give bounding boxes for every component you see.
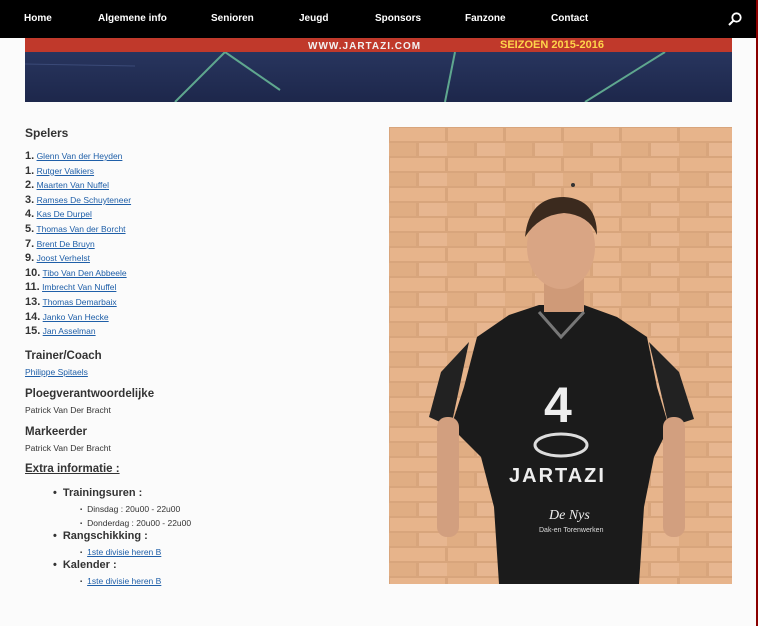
nav-home[interactable]: Home bbox=[24, 13, 52, 24]
training-heading: Trainingsuren : bbox=[53, 487, 142, 499]
ranking-link[interactable]: 1ste divisie heren B bbox=[87, 547, 161, 557]
player-link[interactable]: Maarten Van Nuffel bbox=[37, 180, 109, 190]
list-item: 2. Maarten Van Nuffel bbox=[25, 179, 110, 192]
search-icon[interactable] bbox=[727, 11, 743, 27]
nav-sponsors[interactable]: Sponsors bbox=[375, 13, 421, 24]
jersey-sponsor: De Nys bbox=[548, 508, 590, 523]
list-item: 5. Thomas Van der Borcht bbox=[25, 222, 126, 235]
trainer-link[interactable]: Philippe Spitaels bbox=[25, 367, 88, 377]
player-link[interactable]: Thomas Demarbaix bbox=[43, 297, 117, 307]
ranking-item: 1ste divisie heren B bbox=[80, 547, 161, 557]
nav-algemene-info[interactable]: Algemene info bbox=[98, 13, 167, 24]
trainer-heading: Trainer/Coach bbox=[25, 350, 102, 362]
player-link[interactable]: Jan Asselman bbox=[43, 326, 96, 336]
list-item: 10. Tibo Van Den Abbeele bbox=[25, 266, 127, 279]
players-heading: Spelers bbox=[25, 126, 69, 140]
player-link[interactable]: Brent De Bruyn bbox=[37, 239, 95, 249]
training-tuesday: Dinsdag : 20u00 - 22u00 bbox=[80, 504, 180, 514]
ploeg-heading: Ploegverantwoordelijke bbox=[25, 388, 155, 400]
banner-url: WWW.JARTAZI.COM bbox=[308, 41, 422, 52]
calendar-link[interactable]: 1ste divisie heren B bbox=[87, 576, 161, 586]
player-link[interactable]: Rutger Valkiers bbox=[37, 166, 94, 176]
banner-floor bbox=[25, 52, 732, 102]
jersey-brand: JARTAZI bbox=[509, 465, 606, 487]
calendar-item: 1ste divisie heren B bbox=[80, 576, 161, 586]
players-list: 1. Glenn Van der Heyden 1. Rutger Valkie… bbox=[25, 150, 131, 340]
player-link[interactable]: Tibo Van Den Abbeele bbox=[43, 268, 127, 278]
list-item: 1. Glenn Van der Heyden bbox=[25, 150, 123, 162]
player-link[interactable]: Kas De Durpel bbox=[37, 209, 92, 219]
player-photo-image: 4 JARTAZI De Nys Dak-en Torenwerken bbox=[389, 127, 732, 584]
marker-heading: Markeerder bbox=[25, 426, 88, 438]
nav-contact[interactable]: Contact bbox=[551, 13, 588, 24]
list-item: 13. Thomas Demarbaix bbox=[25, 295, 117, 308]
player-link[interactable]: Glenn Van der Heyden bbox=[37, 151, 123, 161]
player-link[interactable]: Imbrecht Van Nuffel bbox=[42, 282, 116, 292]
player-link[interactable]: Joost Verhelst bbox=[37, 253, 90, 263]
nav-senioren[interactable]: Senioren bbox=[211, 13, 254, 24]
player-link[interactable]: Ramses De Schuyteneer bbox=[37, 195, 132, 205]
list-item: 15. Jan Asselman bbox=[25, 325, 96, 338]
marker-name: Patrick Van Der Bracht bbox=[25, 443, 111, 453]
list-item: 9. Joost Verhelst bbox=[25, 252, 90, 265]
list-item: 11. Imbrecht Van Nuffel bbox=[25, 281, 117, 294]
floor-lines bbox=[25, 52, 666, 102]
ranking-heading: Rangschikking : bbox=[53, 530, 148, 542]
banner-season: SEIZOEN 2015-2016 bbox=[500, 39, 604, 51]
jersey-sponsor-sub: Dak-en Torenwerken bbox=[539, 527, 604, 534]
list-item: 1. Rutger Valkiers bbox=[25, 164, 95, 177]
player-link[interactable]: Thomas Van der Borcht bbox=[36, 224, 125, 234]
list-item: 14. Janko Van Hecke bbox=[25, 310, 109, 323]
page: Home Algemene info Senioren Jeugd Sponso… bbox=[0, 0, 758, 626]
list-item: 7. Brent De Bruyn bbox=[25, 237, 95, 250]
player-photo: 4 JARTAZI De Nys Dak-en Torenwerken bbox=[389, 127, 732, 584]
header-banner: WWW.JARTAZI.COM SEIZOEN 2015-2016 bbox=[25, 38, 732, 102]
nav-jeugd[interactable]: Jeugd bbox=[299, 13, 328, 24]
list-item: 3. Ramses De Schuyteneer bbox=[25, 193, 132, 206]
player-link[interactable]: Janko Van Hecke bbox=[43, 312, 109, 322]
nav-fanzone[interactable]: Fanzone bbox=[465, 13, 506, 24]
list-item: 4. Kas De Durpel bbox=[25, 208, 92, 221]
top-navigation: Home Algemene info Senioren Jeugd Sponso… bbox=[0, 0, 756, 38]
training-thursday: Donderdag : 20u00 - 22u00 bbox=[80, 518, 191, 528]
jersey-number: 4 bbox=[544, 377, 572, 433]
extra-info-heading: Extra informatie : bbox=[25, 463, 120, 475]
calendar-heading: Kalender : bbox=[53, 559, 117, 571]
ploeg-name: Patrick Van Der Bracht bbox=[25, 405, 111, 415]
